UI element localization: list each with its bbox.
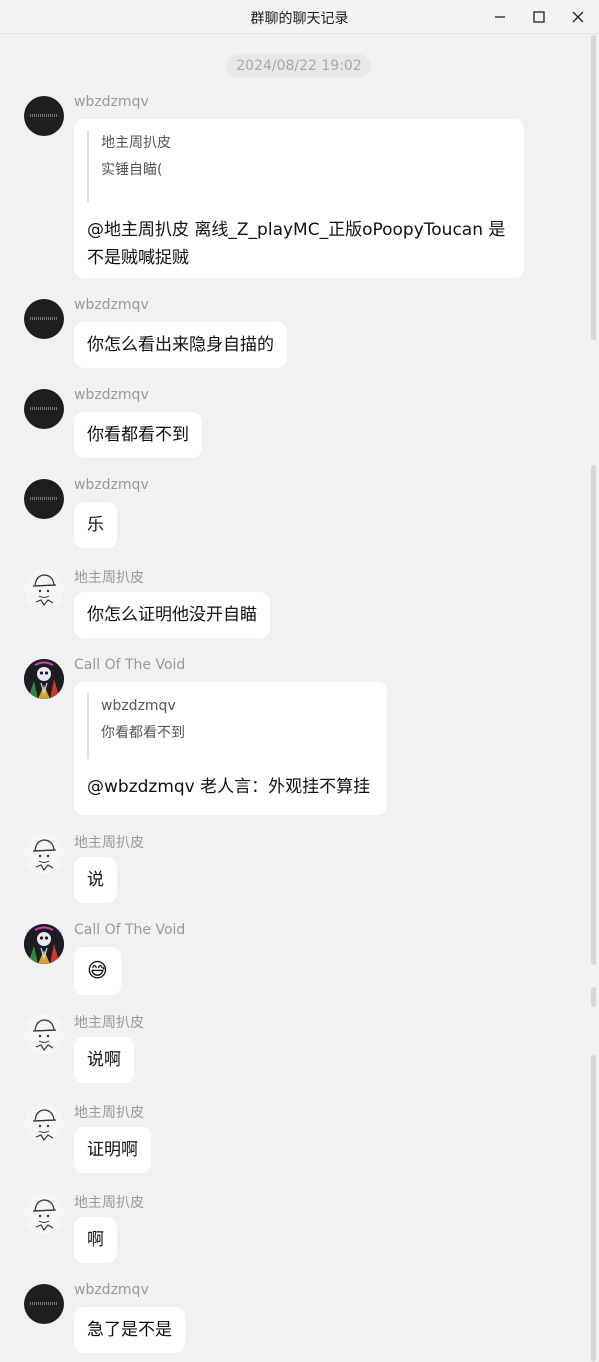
sender-name: Call Of The Void (74, 922, 186, 938)
avatar[interactable] (24, 389, 64, 429)
sketch-figure-icon (32, 1109, 57, 1142)
scrollbar-segment[interactable] (591, 35, 596, 340)
quote-text: 实锤自瞄( (101, 162, 163, 178)
avatar[interactable] (24, 1104, 64, 1144)
avatar[interactable] (24, 479, 64, 519)
avatar[interactable] (24, 924, 64, 964)
sender-name: 地主周扒皮 (74, 1195, 144, 1211)
avatar[interactable] (24, 1284, 64, 1324)
sketch-figure-icon (32, 1019, 57, 1052)
message-text: 你看都看不到 (87, 425, 189, 445)
quote-text: 你看都看不到 (101, 725, 185, 741)
skull-icon (24, 659, 64, 699)
chat-history: 2024/08/22 19:02 wbzdzmqv 地主周扒皮 实锤自瞄( @地… (0, 35, 588, 1362)
quote-author: wbzdzmqv (101, 698, 176, 714)
message-bubble[interactable]: 啊 (74, 1217, 117, 1263)
sender-name: 地主周扒皮 (74, 835, 144, 851)
maximize-icon (533, 11, 545, 23)
avatar[interactable] (24, 569, 64, 609)
sender-name: wbzdzmqv (74, 1282, 149, 1298)
message-bubble[interactable]: 你怎么看出来隐身自描的 (74, 322, 287, 368)
message-bubble[interactable]: 证明啊 (74, 1127, 151, 1173)
quote-author: 地主周扒皮 (101, 135, 171, 151)
message-text-line: 不是贼喊捉贼 (87, 248, 189, 268)
message-bubble[interactable]: 说 (74, 857, 117, 903)
sender-name: 地主周扒皮 (74, 1015, 144, 1031)
close-icon (572, 11, 584, 23)
avatar[interactable] (24, 299, 64, 339)
scrollbar-thumb[interactable] (591, 465, 596, 965)
message-text: 啊 (87, 1230, 104, 1250)
sender-name: wbzdzmqv (74, 94, 149, 110)
message-bubble[interactable]: wbzdzmqv 你看都看不到 @wbzdzmqv 老人言：外观挂不算挂 (74, 682, 387, 815)
avatar[interactable] (24, 1194, 64, 1234)
sender-name: wbzdzmqv (74, 297, 149, 313)
sketch-figure-icon (32, 839, 57, 872)
message-emoji: 😅 (87, 958, 108, 982)
message-bubble[interactable]: 地主周扒皮 实锤自瞄( @地主周扒皮 离线_Z_playMC_正版oPoopyT… (74, 119, 524, 278)
message-bubble[interactable]: 😅 (74, 947, 121, 995)
sketch-figure-icon (32, 574, 57, 607)
message-text: 你怎么看出来隐身自描的 (87, 335, 274, 355)
message-text-line: @地主周扒皮 离线_Z_playMC_正版oPoopyToucan 是 (87, 220, 506, 240)
reply-quote[interactable]: 地主周扒皮 实锤自瞄( (87, 130, 511, 202)
message-text: @wbzdzmqv 老人言：外观挂不算挂 (87, 777, 371, 797)
message-text: 说啊 (87, 1050, 121, 1070)
sender-name: wbzdzmqv (74, 477, 149, 493)
sketch-figure-icon (32, 1199, 57, 1232)
message-bubble[interactable]: 你怎么证明他没开自瞄 (74, 592, 270, 638)
sender-name: 地主周扒皮 (74, 570, 144, 586)
scrollbar-segment[interactable] (591, 1055, 596, 1362)
message-bubble[interactable]: 你看都看不到 (74, 412, 202, 458)
sender-name: wbzdzmqv (74, 387, 149, 403)
message-bubble[interactable]: 乐 (74, 502, 117, 548)
minimize-button[interactable] (480, 0, 520, 34)
message-text: 你怎么证明他没开自瞄 (87, 605, 257, 625)
sender-name: 地主周扒皮 (74, 1105, 144, 1121)
avatar[interactable] (24, 96, 64, 136)
avatar[interactable] (24, 1014, 64, 1054)
scrollbar[interactable] (588, 35, 599, 1362)
avatar[interactable] (24, 834, 64, 874)
sender-name: Call Of The Void (74, 657, 186, 673)
message-bubble[interactable]: 说啊 (74, 1037, 134, 1083)
date-separator: 2024/08/22 19:02 (227, 54, 371, 78)
message-text: 乐 (87, 515, 104, 535)
message-bubble[interactable]: 急了是不是 (74, 1307, 185, 1353)
close-button[interactable] (558, 0, 598, 34)
message-text: 证明啊 (87, 1140, 138, 1160)
title-bar: 群聊的聊天记录 (0, 0, 599, 34)
maximize-button[interactable] (519, 0, 559, 34)
avatar[interactable] (24, 659, 64, 699)
minimize-icon (495, 16, 505, 18)
reply-quote[interactable]: wbzdzmqv 你看都看不到 (87, 693, 374, 759)
message-text: 说 (87, 870, 104, 890)
message-text: 急了是不是 (87, 1320, 172, 1340)
scrollbar-segment[interactable] (591, 987, 596, 1007)
skull-icon (24, 924, 64, 964)
